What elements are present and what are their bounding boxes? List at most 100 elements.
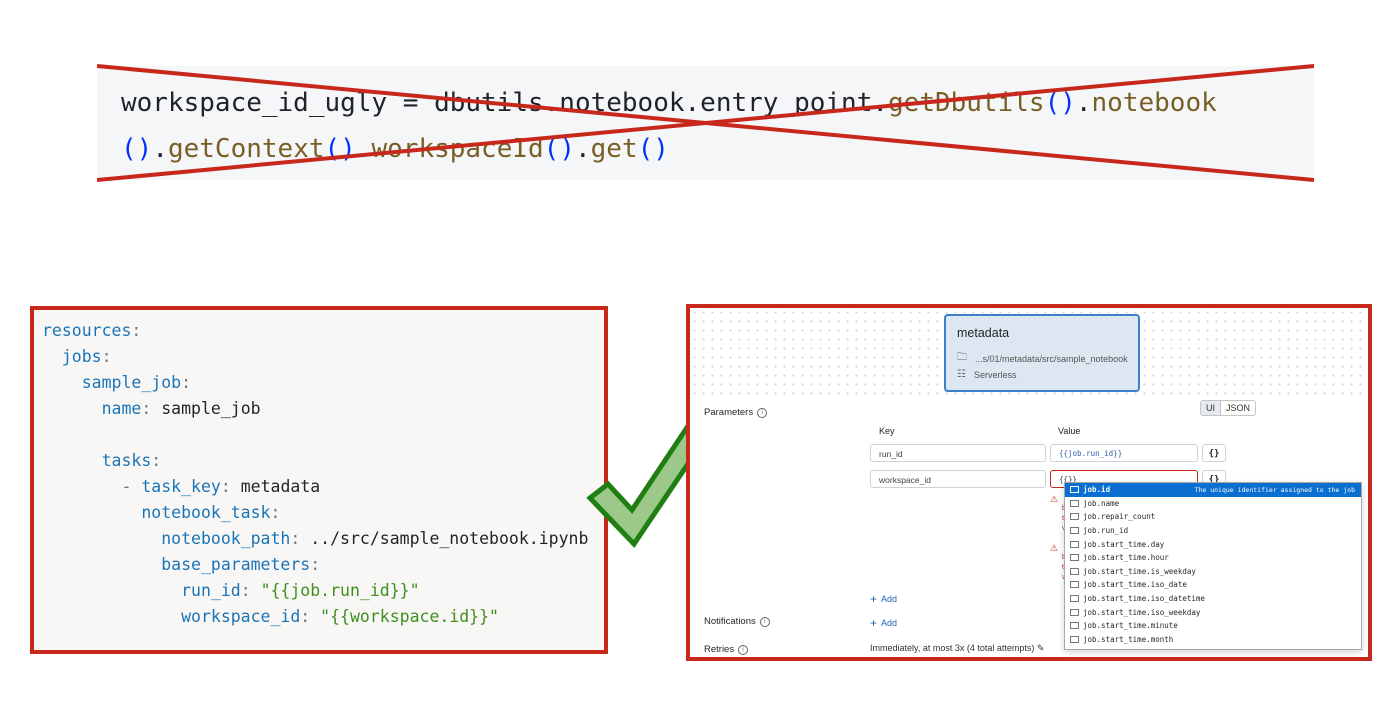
autocomplete-item[interactable]: job.repair_count [1065, 510, 1361, 524]
yaml-key: workspace_id [181, 607, 301, 626]
yaml-key: sample_job [81, 373, 182, 392]
parameters-label: Parameters i [704, 407, 768, 418]
notifications-label: Notifications i [704, 616, 770, 627]
code-line1-plain: workspace_id_ugly = dbutils.notebook.ent… [121, 88, 889, 118]
yaml-key: task_key [141, 477, 221, 496]
task-card[interactable]: metadata 🗀 ...s/01/metadata/src/sample_n… [944, 314, 1140, 392]
autocomplete-dropdown: job.id The unique identifier assigned to … [1064, 482, 1362, 650]
variable-icon [1070, 540, 1079, 548]
code-token-notebook: notebook [1091, 88, 1217, 118]
code-token-getcontext: getContext [167, 134, 325, 164]
yaml-key: notebook_task [141, 503, 271, 522]
autocomplete-item-label: job.name [1083, 498, 1120, 508]
add-parameter-button[interactable]: + Add [870, 592, 897, 606]
toggle-ui-button[interactable]: UI [1201, 401, 1221, 415]
code-text: workspace_id_ugly = dbutils.notebook.ent… [121, 80, 1217, 172]
code-paren: () [637, 134, 669, 164]
yaml-colon: : [181, 373, 192, 392]
autocomplete-item-label: job.start_time.is_weekday [1083, 566, 1196, 576]
yaml-string: "{{workspace.id}}" [320, 607, 499, 626]
autocomplete-item-label: job.start_time.iso_weekday [1083, 607, 1201, 617]
yaml-key: name [101, 399, 142, 418]
yaml-colon: : [151, 451, 162, 470]
yaml-key: notebook_path [161, 529, 291, 548]
autocomplete-item[interactable]: job.start_time.is_weekday [1065, 565, 1361, 579]
autocomplete-item[interactable]: job.name [1065, 497, 1361, 511]
code-token-get: get [590, 134, 638, 164]
code-dot: . [355, 134, 372, 164]
info-icon[interactable]: i [757, 407, 768, 418]
add-notification-button[interactable]: + Add [870, 616, 897, 630]
autocomplete-item[interactable]: job.run_id [1065, 524, 1361, 538]
yaml-colon: : [310, 555, 321, 574]
retries-value: Immediately, at most 3x (4 total attempt… [870, 643, 1044, 654]
crossed-out-code-block: workspace_id_ugly = dbutils.notebook.ent… [97, 66, 1314, 180]
yaml-key: jobs [61, 347, 102, 366]
plus-icon: + [870, 616, 878, 630]
info-icon[interactable]: i [738, 644, 749, 655]
param-key-input[interactable]: run_id [870, 444, 1046, 462]
variable-icon [1070, 554, 1079, 562]
warning-icon: ⚠ [1050, 494, 1059, 504]
code-paren: () [1044, 88, 1076, 118]
yaml-colon: : [131, 321, 142, 340]
autocomplete-item[interactable]: job.start_time.month [1065, 633, 1361, 647]
autocomplete-item[interactable]: job.start_time.hour [1065, 551, 1361, 565]
parameters-label-text: Parameters [704, 407, 754, 418]
autocomplete-item-label: job.start_time.month [1083, 634, 1174, 644]
code-dot: . [1075, 88, 1092, 118]
yaml-colon: : [300, 607, 311, 626]
info-icon[interactable]: i [759, 616, 770, 627]
plus-icon: + [870, 592, 878, 606]
variable-icon [1070, 486, 1079, 494]
variable-icon [1070, 527, 1079, 535]
yaml-key: resources [42, 321, 132, 340]
autocomplete-item[interactable]: job.start_time.day [1065, 537, 1361, 551]
autocomplete-item-label: job.run_id [1083, 526, 1129, 536]
autocomplete-item-label: job.start_time.hour [1083, 553, 1169, 563]
yaml-key: base_parameters [161, 555, 311, 574]
add-label: Add [881, 594, 898, 604]
autocomplete-item[interactable]: job.start_time.iso_datetime [1065, 592, 1361, 606]
autocomplete-item-label: job.start_time.iso_datetime [1083, 594, 1205, 604]
edit-pencil-icon[interactable]: ✎ [1037, 643, 1045, 653]
code-paren: () [121, 134, 153, 164]
job-ui-panel: metadata 🗀 ...s/01/metadata/src/sample_n… [686, 304, 1372, 661]
toggle-json-button[interactable]: JSON [1221, 401, 1255, 415]
task-card-path-row: 🗀 ...s/01/metadata/src/sample_notebook [957, 350, 1128, 367]
variable-icon [1070, 567, 1079, 575]
yaml-value: metadata [240, 477, 321, 496]
variable-icon [1070, 499, 1079, 507]
code-paren: () [543, 134, 575, 164]
ui-json-toggle: UI JSON [1200, 400, 1257, 416]
autocomplete-item-label: job.id [1083, 485, 1111, 495]
autocomplete-item[interactable]: job.start_time.iso_weekday [1065, 605, 1361, 619]
retries-label: Retries i [704, 644, 749, 655]
column-header-value: Value [1058, 426, 1081, 436]
yaml-value: sample_job [161, 399, 261, 418]
autocomplete-item-label: job.repair_count [1083, 512, 1156, 522]
yaml-code: resources: jobs: sample_job: name: sampl… [42, 318, 588, 630]
param-key-input[interactable]: workspace_id [870, 470, 1046, 488]
yaml-colon: : [290, 529, 301, 548]
yaml-colon: : [240, 581, 251, 600]
yaml-colon: : [141, 399, 152, 418]
folder-icon: 🗀 [957, 352, 967, 363]
autocomplete-item[interactable]: job.id The unique identifier assigned to … [1065, 483, 1361, 497]
code-dot: . [574, 134, 591, 164]
yaml-value: ../src/sample_notebook.ipynb [310, 529, 589, 548]
autocomplete-item-description: The unique identifier assigned to the jo… [1194, 485, 1355, 494]
variable-icon [1070, 635, 1079, 643]
variable-icon [1070, 581, 1079, 589]
task-card-compute: Serverless [973, 369, 1017, 380]
retries-value-text: Immediately, at most 3x (4 total attempt… [870, 643, 1035, 653]
yaml-config-panel: resources: jobs: sample_job: name: sampl… [30, 306, 608, 654]
variable-icon [1070, 608, 1079, 616]
param-value-input[interactable]: {{job.run_id}} [1050, 444, 1198, 462]
insert-variable-button[interactable]: {} [1202, 444, 1226, 462]
autocomplete-item[interactable]: job.start_time.minute [1065, 619, 1361, 633]
yaml-string: "{{job.run_id}}" [260, 581, 420, 600]
add-label: Add [881, 618, 898, 628]
autocomplete-item[interactable]: job.start_time.iso_date [1065, 578, 1361, 592]
autocomplete-item-label: job.start_time.minute [1083, 621, 1178, 631]
